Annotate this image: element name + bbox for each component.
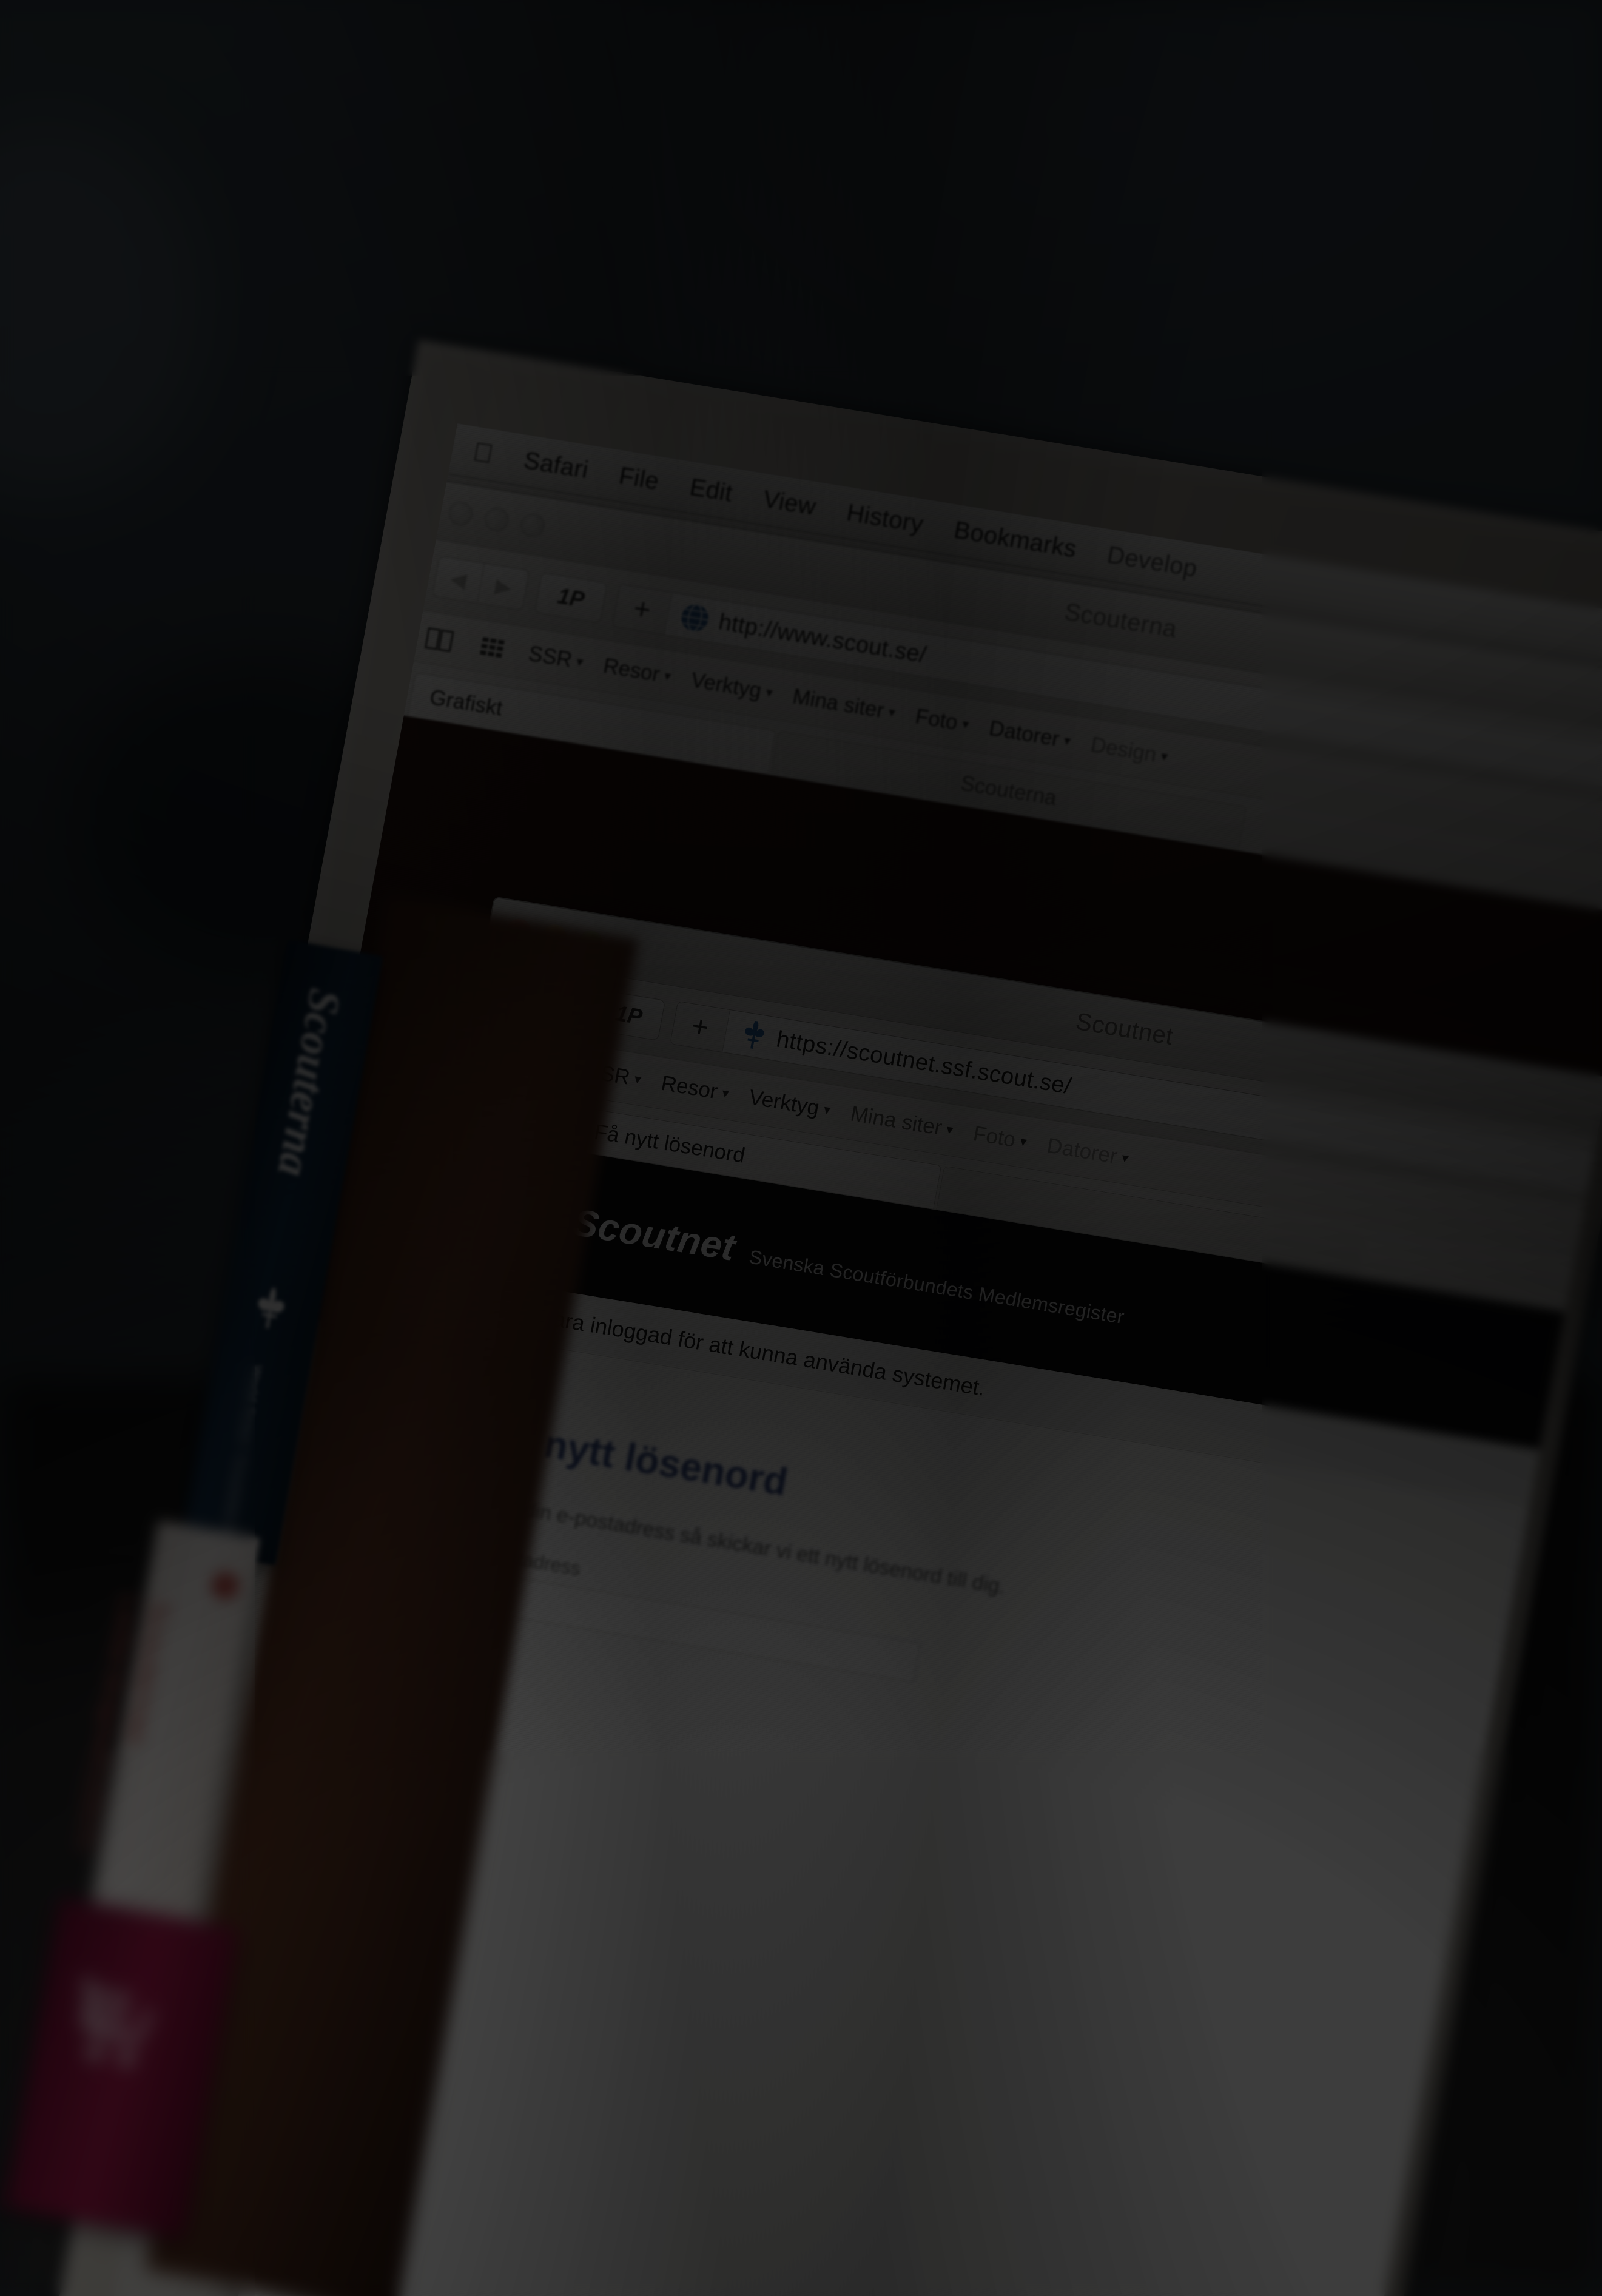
chevron-down-icon: ▾ <box>822 1102 832 1118</box>
minimize-button-back[interactable] <box>482 505 511 534</box>
onepassword-button-back[interactable]: 1P <box>534 572 608 624</box>
menu-item-file[interactable]: File <box>617 462 661 496</box>
globe-icon <box>681 604 708 632</box>
bookmark-mina-siter-front[interactable]: Mina siter ▾ <box>849 1102 955 1142</box>
bookmark-verktyg-front[interactable]: Verktyg ▾ <box>747 1085 832 1122</box>
zoom-button-back[interactable] <box>518 511 547 539</box>
bookmark-design-back[interactable]: Design ▾ <box>1089 733 1170 769</box>
bookmark-verktyg-back[interactable]: Verktyg ▾ <box>689 668 775 705</box>
menu-item-develop[interactable]: Develop <box>1105 541 1200 582</box>
chevron-down-icon: ▾ <box>764 684 774 701</box>
grid-icon-back[interactable] <box>473 629 511 667</box>
chevron-down-icon: ▾ <box>945 1121 955 1138</box>
bookmark-mina-siter-back[interactable]: Mina siter ▾ <box>791 684 898 725</box>
chevron-down-icon: ▾ <box>721 1085 730 1102</box>
chevron-down-icon: ▾ <box>1062 732 1072 749</box>
forward-button-back-window[interactable]: ▶ <box>477 563 530 610</box>
wosm-fleur-de-lis-icon <box>258 1287 284 1329</box>
add-bookmark-button-back[interactable]: + <box>613 584 673 635</box>
chevron-down-icon: ▾ <box>1018 1133 1029 1150</box>
scoutnet-brand-subtitle: Svenska Scoutförbundets Medlemsregister <box>747 1245 1126 1328</box>
menu-item-edit[interactable]: Edit <box>687 474 735 508</box>
traffic-lights-back[interactable] <box>429 497 547 539</box>
nav-button-group-back[interactable]: ◀ ▶ <box>432 555 530 611</box>
chevron-down-icon: ▾ <box>961 716 971 732</box>
bookmark-foto-front[interactable]: Foto ▾ <box>971 1122 1029 1154</box>
shopping-cart-icon <box>80 1978 155 2067</box>
chevron-down-icon: ▾ <box>575 653 585 670</box>
bookmark-datorer-back[interactable]: Datorer ▾ <box>987 716 1072 753</box>
bookmark-datorer-front[interactable]: Datorer ▾ <box>1045 1134 1131 1171</box>
menu-item-safari[interactable]: Safari <box>522 446 590 483</box>
book-icon-back[interactable] <box>420 621 459 658</box>
menu-item-view[interactable]: View <box>761 485 818 520</box>
chevron-down-icon: ▾ <box>662 667 673 684</box>
chevron-down-icon: ▾ <box>887 704 897 721</box>
apple-logo-icon[interactable]:  <box>471 437 496 469</box>
fleur-de-lis-icon <box>745 1021 764 1049</box>
menu-item-bookmarks[interactable]: Bookmarks <box>952 516 1079 563</box>
screenshot-stage:  Safari File Edit View History Bookmark… <box>0 0 1602 2296</box>
close-button-back[interactable] <box>446 499 475 528</box>
book-scouterna-title: Scouterna <box>268 985 350 1180</box>
back-button-back-window[interactable]: ◀ <box>432 556 484 603</box>
bookmark-foto-back[interactable]: Foto ▾ <box>914 704 971 737</box>
chevron-down-icon: ▾ <box>1159 748 1170 764</box>
book-ledarskapsakademi-dot <box>209 1569 241 1602</box>
bookmark-resor-back[interactable]: Resor ▾ <box>601 654 673 688</box>
chevron-down-icon: ▾ <box>1120 1150 1130 1167</box>
menu-item-history[interactable]: History <box>844 499 926 538</box>
url-text-back[interactable]: http://www.scout.se/ <box>716 609 928 668</box>
bookmark-ssr-back[interactable]: SSR ▾ <box>527 642 585 675</box>
